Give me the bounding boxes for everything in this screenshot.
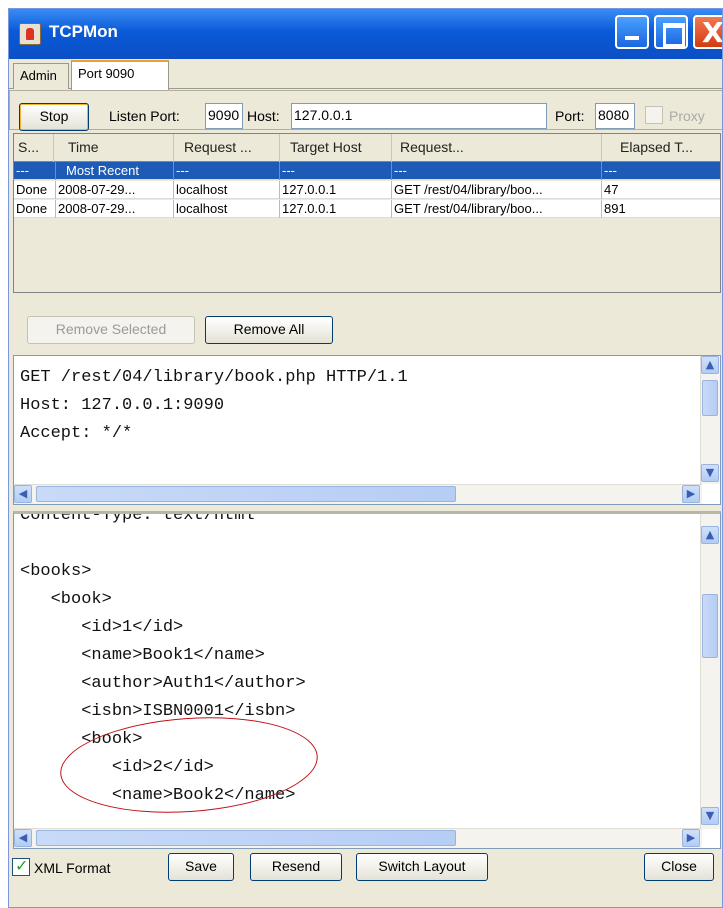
request-vertical-scrollbar[interactable]: ▲ ▼ — [700, 356, 720, 484]
response-line: <isbn>ISBN0001</isbn> — [20, 702, 296, 721]
xml-format-checkbox[interactable] — [12, 856, 30, 876]
table-cell: 2008-07-29... — [56, 200, 174, 218]
scroll-thumb[interactable] — [702, 380, 718, 416]
tab-port-9090[interactable]: Port 9090 — [71, 60, 169, 90]
table-cell: Most Recent — [56, 162, 174, 180]
table-row[interactable]: --- Most Recent --- --- --- --- — [14, 162, 720, 180]
table-cell: localhost — [174, 200, 280, 218]
response-line: Content-Type: text/html — [20, 511, 255, 525]
table-cell: --- — [174, 162, 280, 180]
scroll-left-icon[interactable]: ◀ — [14, 485, 32, 503]
request-line: GET /rest/04/library/book.php HTTP/1.1 — [20, 368, 408, 387]
xml-format-label: XML Format — [34, 860, 111, 876]
port-field[interactable]: 8080 — [595, 103, 635, 129]
connections-table: S... Time Request ... Target Host Reques… — [13, 133, 721, 293]
host-field[interactable]: 127.0.0.1 — [291, 103, 547, 129]
column-header[interactable]: Time — [54, 134, 174, 162]
table-cell: 47 — [604, 182, 619, 197]
table-cell: 2008-07-29... — [56, 181, 174, 199]
close-window-button[interactable]: X — [693, 15, 723, 49]
maximize-button[interactable] — [654, 15, 688, 49]
table-cell: --- — [14, 162, 56, 180]
switch-layout-button[interactable]: Switch Layout — [356, 853, 488, 881]
scroll-left-icon[interactable]: ◀ — [14, 829, 32, 847]
request-horizontal-scrollbar[interactable]: ◀ ▶ — [14, 484, 702, 504]
scroll-up-icon[interactable]: ▲ — [701, 526, 719, 544]
remove-selected-button[interactable]: Remove Selected — [27, 316, 195, 344]
remove-all-button[interactable]: Remove All — [205, 316, 333, 344]
table-cell: GET /rest/04/library/boo... — [392, 200, 602, 218]
proxy-label: Proxy — [669, 108, 705, 124]
host-label: Host: — [247, 108, 280, 124]
java-app-icon — [19, 23, 41, 45]
request-line: Host: 127.0.0.1:9090 — [20, 396, 225, 415]
column-header[interactable]: Elapsed T... — [602, 134, 720, 162]
response-line: <name>Book1</name> — [20, 646, 265, 665]
table-row[interactable]: Done 2008-07-29... localhost 127.0.0.1 G… — [14, 200, 720, 218]
table-cell: 891 — [604, 201, 626, 216]
window-title: TCPMon — [49, 22, 118, 41]
response-line: <books> — [20, 562, 92, 581]
table-header: S... Time Request ... Target Host Reques… — [14, 134, 720, 162]
response-vertical-scrollbar[interactable]: ▲ ▼ — [700, 514, 720, 829]
table-cell: GET /rest/04/library/boo... — [392, 181, 602, 199]
table-cell: --- — [392, 162, 602, 180]
response-line: <book> — [20, 590, 112, 609]
listen-port-label: Listen Port: — [109, 108, 180, 124]
scroll-down-icon[interactable]: ▼ — [701, 807, 719, 825]
table-cell: 127.0.0.1 — [280, 200, 392, 218]
scroll-down-icon[interactable]: ▼ — [701, 464, 719, 482]
table-cell: Done — [14, 200, 56, 218]
column-header[interactable]: Request ... — [174, 134, 280, 162]
column-header[interactable]: S... — [14, 134, 54, 162]
table-row[interactable]: Done 2008-07-29... localhost 127.0.0.1 G… — [14, 181, 720, 199]
table-cell: Done — [14, 181, 56, 199]
scroll-right-icon[interactable]: ▶ — [682, 829, 700, 847]
close-button[interactable]: Close — [644, 853, 714, 881]
scroll-right-icon[interactable]: ▶ — [682, 485, 700, 503]
tab-bar: Admin Port 9090 — [9, 59, 722, 90]
tab-admin[interactable]: Admin — [13, 63, 69, 89]
listen-port-field[interactable]: 9090 — [205, 103, 243, 129]
table-cell: 127.0.0.1 — [280, 181, 392, 199]
scroll-thumb[interactable] — [36, 830, 456, 846]
port-label: Port: — [555, 108, 585, 124]
table-cell: --- — [604, 163, 617, 178]
stop-button[interactable]: Stop — [19, 103, 89, 131]
response-line: <author>Auth1</author> — [20, 674, 306, 693]
table-cell: localhost — [174, 181, 280, 199]
scroll-up-icon[interactable]: ▲ — [701, 356, 719, 374]
column-header[interactable]: Target Host — [280, 134, 392, 162]
scroll-thumb[interactable] — [36, 486, 456, 502]
table-cell: --- — [280, 162, 392, 180]
request-pane[interactable]: GET /rest/04/library/book.php HTTP/1.1 H… — [13, 355, 721, 505]
response-horizontal-scrollbar[interactable]: ◀ ▶ — [14, 828, 702, 848]
resend-button[interactable]: Resend — [250, 853, 342, 881]
save-button[interactable]: Save — [168, 853, 234, 881]
request-line: Accept: */* — [20, 424, 133, 443]
title-bar[interactable]: TCPMon X — [9, 9, 723, 59]
scroll-thumb[interactable] — [702, 594, 718, 658]
proxy-checkbox[interactable] — [645, 106, 663, 124]
close-icon: X — [702, 16, 723, 49]
minimize-button[interactable] — [615, 15, 649, 49]
column-header[interactable]: Request... — [392, 134, 602, 162]
response-line: <id>1</id> — [20, 618, 184, 637]
